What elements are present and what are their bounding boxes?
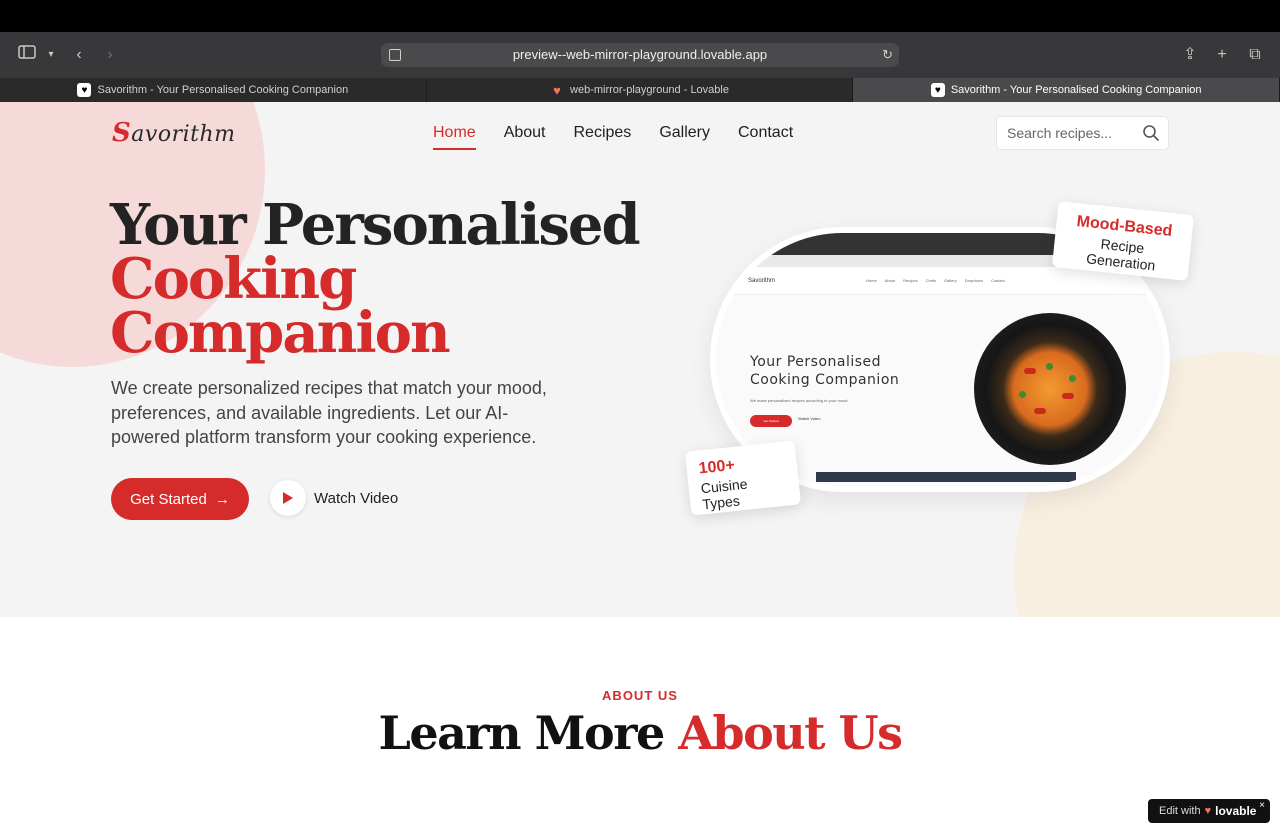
nav-contact[interactable]: Contact xyxy=(738,124,793,150)
preview-link: Gallery xyxy=(944,278,957,283)
preview-link: Chefs xyxy=(925,278,937,283)
nav-recipes[interactable]: Recipes xyxy=(574,124,632,150)
sidebar-toggle-icon[interactable] xyxy=(16,44,38,66)
edit-with-lovable-button[interactable]: Edit with ♥ lovable × xyxy=(1148,799,1270,823)
tab-title: Savorithm - Your Personalised Cooking Co… xyxy=(950,84,1202,96)
browser-tab[interactable]: ♥ web-mirror-playground - Lovable xyxy=(427,78,854,102)
nav-about[interactable]: About xyxy=(504,124,546,150)
logo-text: avorithm xyxy=(131,122,236,147)
system-top-bar xyxy=(0,0,1280,32)
chili-decoration xyxy=(1024,368,1036,374)
arrow-right-icon: → xyxy=(214,490,230,508)
badge-subtitle: Cuisine Types xyxy=(700,475,749,513)
herb-decoration xyxy=(1046,363,1053,370)
preview-desc: We make personalised recipes according t… xyxy=(750,398,849,403)
about-eyebrow: ABOUT US xyxy=(602,688,678,703)
web-page: Savorithm Home About Recipes Gallery Con… xyxy=(0,102,1280,832)
get-started-button[interactable]: Get Started → xyxy=(111,478,249,520)
play-icon xyxy=(270,480,306,516)
site-logo[interactable]: Savorithm xyxy=(112,118,236,148)
back-arrow-icon[interactable]: ‹ xyxy=(68,44,90,66)
preview-link: Contact xyxy=(990,278,1005,283)
mood-based-badge: Mood-Based Recipe Generation xyxy=(1051,201,1195,281)
hero-title-line: Your Personalised xyxy=(110,192,641,258)
close-icon[interactable]: × xyxy=(1259,800,1265,811)
preview-button: Get Started xyxy=(750,415,792,427)
heart-favicon-icon: ♥ xyxy=(930,83,945,97)
chili-decoration xyxy=(1062,393,1074,399)
preview-links: Home About Recipes Chefs Gallery Dropdow… xyxy=(866,278,1005,283)
hero-subtitle: We create personalized recipes that matc… xyxy=(111,378,547,447)
nav-home[interactable]: Home xyxy=(433,124,476,150)
browser-tab[interactable]: ♥ Savorithm - Your Personalised Cooking … xyxy=(0,78,427,102)
preview-watch: Watch Video xyxy=(798,416,821,421)
tab-title: Savorithm - Your Personalised Cooking Co… xyxy=(97,84,349,96)
address-bar[interactable]: preview--web-mirror-playground.lovable.a… xyxy=(381,43,899,67)
preview-link: About xyxy=(884,278,896,283)
nav-gallery[interactable]: Gallery xyxy=(659,124,710,150)
hero-title: Your Personalised Cooking Companion xyxy=(110,192,641,366)
lovable-brand: lovable xyxy=(1215,804,1257,818)
preview-link: Home xyxy=(866,278,877,283)
chevron-down-icon[interactable]: ▾ xyxy=(40,44,62,66)
preview-taskbar xyxy=(816,472,1076,482)
preview-link: Recipes xyxy=(903,278,918,283)
preview-title: Your Personalised Cooking Companion xyxy=(750,354,900,388)
herb-decoration xyxy=(1019,391,1026,398)
chili-decoration xyxy=(1034,408,1046,414)
lovable-prefix: Edit with xyxy=(1159,805,1201,817)
lovable-heart-icon: ♥ xyxy=(1204,805,1212,817)
share-icon[interactable]: ⇪ xyxy=(1179,44,1201,66)
forward-arrow-icon[interactable]: › xyxy=(99,44,121,66)
url-text: preview--web-mirror-playground.lovable.a… xyxy=(512,47,768,62)
page-settings-icon[interactable] xyxy=(389,49,401,61)
about-title: Learn More About Us xyxy=(0,706,1280,760)
reload-icon[interactable]: ↻ xyxy=(882,43,893,67)
heart-favicon-icon: ♥ xyxy=(77,83,92,97)
watch-video-button[interactable]: Watch Video xyxy=(270,480,398,516)
watch-video-label: Watch Video xyxy=(314,489,399,507)
tab-bar: ♥ Savorithm - Your Personalised Cooking … xyxy=(0,78,1280,102)
browser-tab-active[interactable]: ♥ Savorithm - Your Personalised Cooking … xyxy=(853,78,1280,102)
food-bowl-image xyxy=(974,313,1126,465)
cuisine-types-badge: 100+ Cuisine Types xyxy=(684,440,802,516)
new-tab-icon[interactable]: + xyxy=(1211,44,1233,66)
logo-initial: S xyxy=(112,118,132,148)
preview-logo: Savorithm xyxy=(748,278,776,284)
preview-link: Dropdown xyxy=(964,278,983,283)
tab-title: web-mirror-playground - Lovable xyxy=(570,84,729,96)
hero-title-line: Companion xyxy=(110,300,451,366)
hero-title-line: Cooking xyxy=(110,246,357,312)
get-started-label: Get Started xyxy=(130,490,207,508)
search-box xyxy=(996,116,1169,150)
search-icon[interactable] xyxy=(1142,124,1160,142)
main-nav: Home About Recipes Gallery Contact xyxy=(433,124,793,150)
about-title-red: About Us xyxy=(678,706,903,760)
about-title-dark: Learn More xyxy=(378,706,666,760)
lovable-heart-icon: ♥ xyxy=(553,82,561,98)
search-input[interactable] xyxy=(997,117,1137,149)
tab-overview-icon[interactable]: ⧉ xyxy=(1244,44,1266,66)
herb-decoration xyxy=(1069,375,1076,382)
hero-section: Savorithm Home About Recipes Gallery Con… xyxy=(0,102,1280,617)
